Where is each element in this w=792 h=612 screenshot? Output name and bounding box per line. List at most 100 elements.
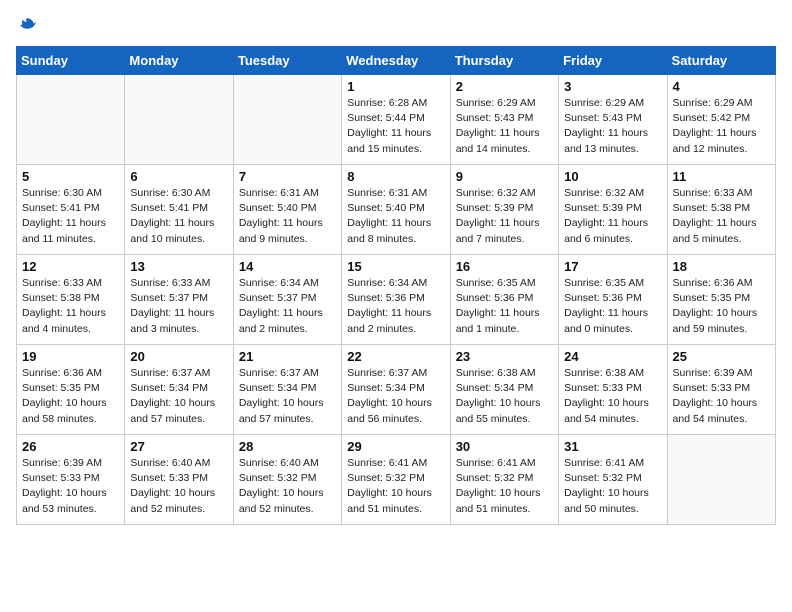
day-info: Sunrise: 6:35 AM Sunset: 5:36 PM Dayligh… [564, 276, 661, 337]
day-number: 3 [564, 79, 661, 94]
logo [16, 16, 36, 34]
calendar-cell: 27 Sunrise: 6:40 AM Sunset: 5:33 PM Dayli… [125, 435, 233, 525]
calendar-cell: 8 Sunrise: 6:31 AM Sunset: 5:40 PM Daylig… [342, 165, 450, 255]
calendar-table: SundayMondayTuesdayWednesdayThursdayFrid… [16, 46, 776, 525]
day-number: 11 [673, 169, 770, 184]
day-number: 13 [130, 259, 227, 274]
day-info: Sunrise: 6:32 AM Sunset: 5:39 PM Dayligh… [456, 186, 553, 247]
calendar-cell: 10 Sunrise: 6:32 AM Sunset: 5:39 PM Dayli… [559, 165, 667, 255]
calendar-cell: 16Sunrise: 6:35 AM Sunset: 5:36 PM Dayli… [450, 255, 558, 345]
calendar-cell: 14 Sunrise: 6:34 AM Sunset: 5:37 PM Dayli… [233, 255, 341, 345]
day-number: 29 [347, 439, 444, 454]
day-number: 26 [22, 439, 119, 454]
page-header [16, 16, 776, 34]
day-number: 6 [130, 169, 227, 184]
calendar-cell: 7Sunrise: 6:31 AM Sunset: 5:40 PM Daylig… [233, 165, 341, 255]
day-number: 31 [564, 439, 661, 454]
day-info: Sunrise: 6:30 AM Sunset: 5:41 PM Dayligh… [130, 186, 227, 247]
day-header-sunday: Sunday [17, 47, 125, 75]
day-info: Sunrise: 6:38 AM Sunset: 5:34 PM Dayligh… [456, 366, 553, 427]
day-info: Sunrise: 6:39 AM Sunset: 5:33 PM Dayligh… [22, 456, 119, 517]
day-info: Sunrise: 6:41 AM Sunset: 5:32 PM Dayligh… [564, 456, 661, 517]
calendar-cell: 12 Sunrise: 6:33 AM Sunset: 5:38 PM Dayli… [17, 255, 125, 345]
calendar-cell: 30 Sunrise: 6:41 AM Sunset: 5:32 PM Dayli… [450, 435, 558, 525]
day-info: Sunrise: 6:40 AM Sunset: 5:32 PM Dayligh… [239, 456, 336, 517]
calendar-cell: 1 Sunrise: 6:28 AM Sunset: 5:44 PM Daylig… [342, 75, 450, 165]
calendar-cell: 2 Sunrise: 6:29 AM Sunset: 5:43 PM Daylig… [450, 75, 558, 165]
calendar-cell: 31 Sunrise: 6:41 AM Sunset: 5:32 PM Dayli… [559, 435, 667, 525]
day-info: Sunrise: 6:34 AM Sunset: 5:36 PM Dayligh… [347, 276, 444, 337]
calendar-cell: 4 Sunrise: 6:29 AM Sunset: 5:42 PM Daylig… [667, 75, 775, 165]
day-info: Sunrise: 6:35 AM Sunset: 5:36 PM Dayligh… [456, 276, 553, 337]
day-number: 19 [22, 349, 119, 364]
calendar-cell: 3 Sunrise: 6:29 AM Sunset: 5:43 PM Daylig… [559, 75, 667, 165]
logo-bird-icon [18, 16, 36, 34]
calendar-cell: 20Sunrise: 6:37 AM Sunset: 5:34 PM Dayli… [125, 345, 233, 435]
day-header-thursday: Thursday [450, 47, 558, 75]
calendar-cell: 28 Sunrise: 6:40 AM Sunset: 5:32 PM Dayli… [233, 435, 341, 525]
day-info: Sunrise: 6:41 AM Sunset: 5:32 PM Dayligh… [456, 456, 553, 517]
day-number: 27 [130, 439, 227, 454]
day-info: Sunrise: 6:40 AM Sunset: 5:33 PM Dayligh… [130, 456, 227, 517]
calendar-cell: 25 Sunrise: 6:39 AM Sunset: 5:33 PM Dayli… [667, 345, 775, 435]
day-header-monday: Monday [125, 47, 233, 75]
day-number: 2 [456, 79, 553, 94]
calendar-cell: 15Sunrise: 6:34 AM Sunset: 5:36 PM Dayli… [342, 255, 450, 345]
day-number: 10 [564, 169, 661, 184]
day-number: 18 [673, 259, 770, 274]
day-info: Sunrise: 6:36 AM Sunset: 5:35 PM Dayligh… [22, 366, 119, 427]
calendar-cell: 9 Sunrise: 6:32 AM Sunset: 5:39 PM Daylig… [450, 165, 558, 255]
day-number: 4 [673, 79, 770, 94]
day-info: Sunrise: 6:33 AM Sunset: 5:38 PM Dayligh… [673, 186, 770, 247]
day-number: 30 [456, 439, 553, 454]
day-info: Sunrise: 6:31 AM Sunset: 5:40 PM Dayligh… [347, 186, 444, 247]
calendar-cell: 21 Sunrise: 6:37 AM Sunset: 5:34 PM Dayli… [233, 345, 341, 435]
calendar-cell [125, 75, 233, 165]
day-header-saturday: Saturday [667, 47, 775, 75]
day-number: 24 [564, 349, 661, 364]
calendar-cell: 11 Sunrise: 6:33 AM Sunset: 5:38 PM Dayli… [667, 165, 775, 255]
day-number: 5 [22, 169, 119, 184]
calendar-cell: 19 Sunrise: 6:36 AM Sunset: 5:35 PM Dayli… [17, 345, 125, 435]
day-number: 21 [239, 349, 336, 364]
day-number: 20 [130, 349, 227, 364]
day-info: Sunrise: 6:38 AM Sunset: 5:33 PM Dayligh… [564, 366, 661, 427]
day-info: Sunrise: 6:33 AM Sunset: 5:38 PM Dayligh… [22, 276, 119, 337]
day-number: 22 [347, 349, 444, 364]
day-number: 12 [22, 259, 119, 274]
calendar-cell: 18 Sunrise: 6:36 AM Sunset: 5:35 PM Dayli… [667, 255, 775, 345]
day-header-friday: Friday [559, 47, 667, 75]
day-number: 17 [564, 259, 661, 274]
day-number: 8 [347, 169, 444, 184]
day-number: 23 [456, 349, 553, 364]
calendar-cell [233, 75, 341, 165]
day-number: 1 [347, 79, 444, 94]
day-info: Sunrise: 6:29 AM Sunset: 5:42 PM Dayligh… [673, 96, 770, 157]
day-info: Sunrise: 6:34 AM Sunset: 5:37 PM Dayligh… [239, 276, 336, 337]
day-number: 14 [239, 259, 336, 274]
calendar-cell: 23 Sunrise: 6:38 AM Sunset: 5:34 PM Dayli… [450, 345, 558, 435]
calendar-cell: 29Sunrise: 6:41 AM Sunset: 5:32 PM Dayli… [342, 435, 450, 525]
calendar-cell: 17 Sunrise: 6:35 AM Sunset: 5:36 PM Dayli… [559, 255, 667, 345]
day-number: 9 [456, 169, 553, 184]
day-info: Sunrise: 6:28 AM Sunset: 5:44 PM Dayligh… [347, 96, 444, 157]
day-info: Sunrise: 6:37 AM Sunset: 5:34 PM Dayligh… [239, 366, 336, 427]
calendar-cell: 5 Sunrise: 6:30 AM Sunset: 5:41 PM Daylig… [17, 165, 125, 255]
calendar-cell [667, 435, 775, 525]
day-number: 28 [239, 439, 336, 454]
calendar-cell: 24 Sunrise: 6:38 AM Sunset: 5:33 PM Dayli… [559, 345, 667, 435]
calendar-cell: 13Sunrise: 6:33 AM Sunset: 5:37 PM Dayli… [125, 255, 233, 345]
day-number: 25 [673, 349, 770, 364]
calendar-cell: 26 Sunrise: 6:39 AM Sunset: 5:33 PM Dayli… [17, 435, 125, 525]
day-header-wednesday: Wednesday [342, 47, 450, 75]
day-info: Sunrise: 6:29 AM Sunset: 5:43 PM Dayligh… [564, 96, 661, 157]
day-info: Sunrise: 6:36 AM Sunset: 5:35 PM Dayligh… [673, 276, 770, 337]
day-info: Sunrise: 6:29 AM Sunset: 5:43 PM Dayligh… [456, 96, 553, 157]
calendar-cell [17, 75, 125, 165]
day-info: Sunrise: 6:39 AM Sunset: 5:33 PM Dayligh… [673, 366, 770, 427]
day-header-tuesday: Tuesday [233, 47, 341, 75]
calendar-cell: 6 Sunrise: 6:30 AM Sunset: 5:41 PM Daylig… [125, 165, 233, 255]
day-info: Sunrise: 6:30 AM Sunset: 5:41 PM Dayligh… [22, 186, 119, 247]
day-number: 7 [239, 169, 336, 184]
day-info: Sunrise: 6:32 AM Sunset: 5:39 PM Dayligh… [564, 186, 661, 247]
